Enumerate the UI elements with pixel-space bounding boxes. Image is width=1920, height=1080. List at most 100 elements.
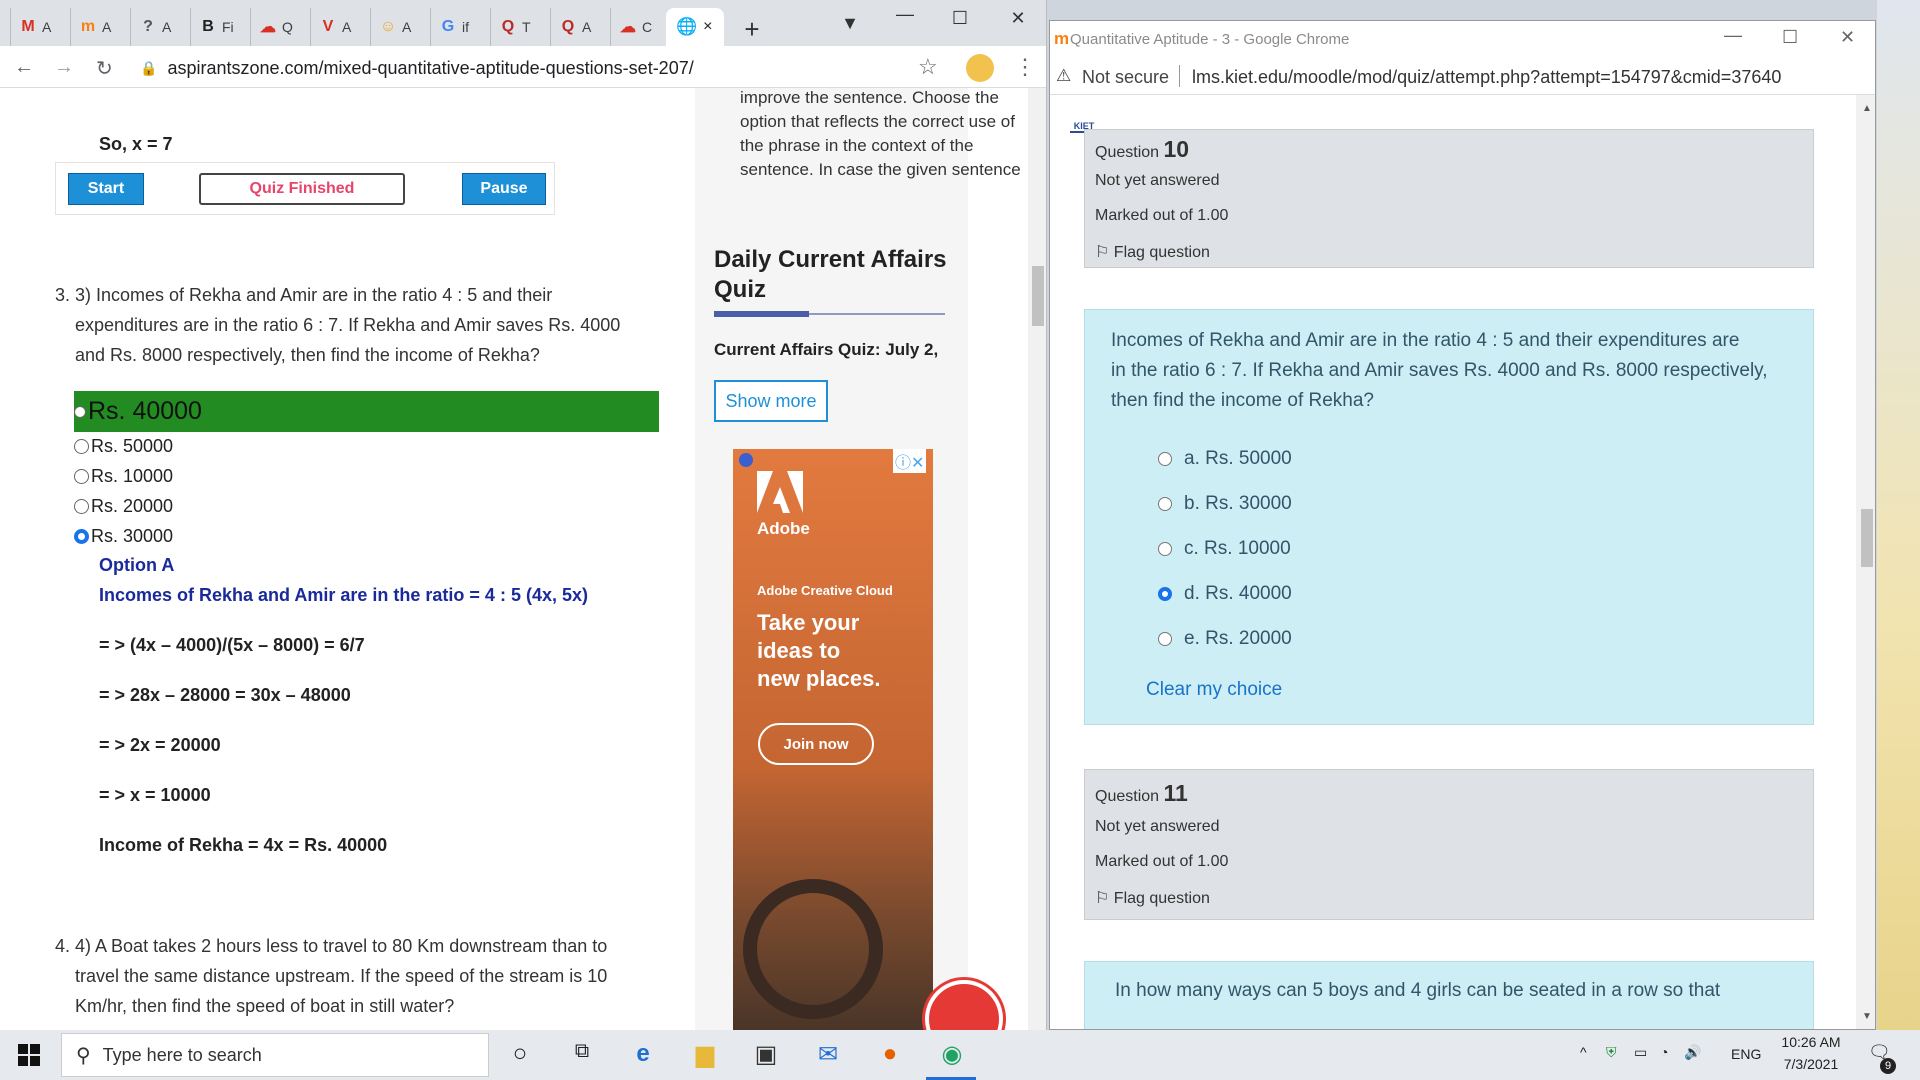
option-radio[interactable] <box>74 499 89 514</box>
lock-icon: 🔒 <box>140 59 158 76</box>
q10-option[interactable]: c. Rs. 10000 <box>1158 538 1291 560</box>
right-scrollbar[interactable]: ▲ ▼ <box>1856 95 1875 1029</box>
correct-option-radio[interactable] <box>74 405 86 418</box>
q10-option[interactable]: a. Rs. 50000 <box>1158 448 1292 470</box>
option-radio[interactable] <box>1158 452 1172 466</box>
sidebar-link[interactable]: Current Affairs Quiz: July 2, <box>714 340 938 360</box>
clear-choice-link[interactable]: Clear my choice <box>1146 679 1282 701</box>
option-radio[interactable] <box>1158 497 1172 511</box>
cortana-icon[interactable]: ○ <box>500 1040 540 1072</box>
tab-0[interactable]: MA <box>10 8 51 46</box>
not-secure-label: Not secure <box>1082 67 1170 87</box>
q3-text-line3: and Rs. 8000 respectively, then find the… <box>75 345 540 365</box>
q10-option[interactable]: b. Rs. 30000 <box>1158 493 1292 515</box>
maximize-button[interactable]: ☐ <box>940 8 980 29</box>
tab-8[interactable]: QT <box>490 8 531 46</box>
right-address-bar[interactable]: ⚠ Not secure lms.kiet.edu/moodle/mod/qui… <box>1050 59 1875 95</box>
show-more-button[interactable]: Show more <box>714 380 828 422</box>
mail-icon[interactable]: ✉ <box>808 1040 848 1072</box>
q3-option[interactable]: Rs. 30000 <box>74 526 173 547</box>
q11-flag[interactable]: ⚐ Flag question <box>1095 888 1210 908</box>
tab-label: A <box>42 19 52 35</box>
tab-5[interactable]: VA <box>310 8 351 46</box>
tab-10[interactable]: ☁ C <box>610 8 652 46</box>
firefox-icon[interactable]: ● <box>870 1040 910 1072</box>
wifi-icon[interactable]: ◔ <box>1660 1044 1668 1060</box>
q3-option[interactable]: Rs. 10000 <box>74 466 173 487</box>
new-tab-button[interactable]: + <box>732 14 772 45</box>
bookmark-star-icon[interactable]: ☆ <box>918 54 938 80</box>
tray-chevron-icon[interactable]: ^ <box>1580 1044 1587 1060</box>
tab-search-icon[interactable]: ▼ <box>830 13 870 34</box>
tab-4[interactable]: ☁ Q <box>250 8 293 46</box>
solution-result: Income of Rekha = 4x = Rs. 40000 <box>99 835 388 855</box>
right-minimize-button[interactable]: — <box>1724 25 1742 46</box>
option-label: e. Rs. 20000 <box>1184 628 1292 649</box>
prev-answer: So, x = 7 <box>99 134 173 154</box>
right-maximize-button[interactable]: ☐ <box>1782 27 1798 48</box>
battery-icon[interactable]: ▭ <box>1634 1044 1647 1061</box>
correct-option-bar[interactable]: Rs. 40000 <box>74 391 659 432</box>
option-radio[interactable] <box>1158 632 1172 646</box>
menu-icon[interactable]: ⋮ <box>1014 54 1036 80</box>
tab-3[interactable]: B Fi <box>190 8 234 46</box>
q3-option[interactable]: Rs. 50000 <box>74 436 173 457</box>
tab-6[interactable]: ☺ A <box>370 8 411 46</box>
scroll-up-icon[interactable]: ▲ <box>1862 103 1872 114</box>
close-window-button[interactable]: ✕ <box>998 8 1038 29</box>
forward-icon[interactable]: → <box>54 56 74 79</box>
q10-flag[interactable]: ⚐ Flag question <box>1095 242 1210 262</box>
start-button[interactable]: Start <box>68 173 144 205</box>
q10-option[interactable]: d. Rs. 40000 <box>1158 583 1292 605</box>
close-tab-icon[interactable]: × <box>703 18 712 36</box>
url-field[interactable]: 🔒 aspirantszone.com/mixed-quantitative-a… <box>140 53 950 83</box>
left-scrollbar-thumb[interactable] <box>1032 266 1044 326</box>
right-close-button[interactable]: ✕ <box>1840 27 1855 48</box>
tab-7[interactable]: Gif <box>430 8 469 46</box>
option-radio[interactable] <box>1158 542 1172 556</box>
adobe-ad[interactable]: ⓘ✕ Adobe Adobe Creative Cloud Take your … <box>733 449 933 1030</box>
ad-artwork <box>743 879 883 1019</box>
tab-label: A <box>102 19 112 35</box>
volume-icon[interactable]: 🔊 <box>1684 1044 1701 1061</box>
tab-active[interactable]: 🌐 × <box>666 8 724 46</box>
windows-start-icon[interactable] <box>18 1044 40 1066</box>
q11-number: 11 <box>1163 780 1188 806</box>
file-explorer-icon[interactable]: ▆ <box>685 1040 725 1072</box>
ad-tagline-3: new places. <box>757 666 881 691</box>
q10-marks: Marked out of 1.00 <box>1095 207 1229 224</box>
ad-join-button[interactable]: Join now <box>758 723 874 765</box>
right-scrollbar-thumb[interactable] <box>1861 509 1873 567</box>
scroll-down-icon[interactable]: ▼ <box>1862 1011 1872 1022</box>
tab-1[interactable]: mA <box>70 8 111 46</box>
q3-option[interactable]: Rs. 20000 <box>74 496 173 517</box>
q10-text-line2: in the ratio 6 : 7. If Rekha and Amir sa… <box>1111 360 1768 381</box>
clock-date[interactable]: 7/3/2021 <box>1776 1056 1846 1072</box>
pause-button[interactable]: Pause <box>462 173 546 205</box>
tab-2[interactable]: ? A <box>130 8 171 46</box>
task-view-icon[interactable]: ⧉ <box>562 1040 602 1072</box>
option-radio[interactable] <box>74 529 89 544</box>
reload-icon[interactable]: ↻ <box>96 56 113 81</box>
option-radio[interactable] <box>74 469 89 484</box>
option-radio[interactable] <box>74 439 89 454</box>
option-radio[interactable] <box>1158 587 1172 601</box>
store-icon[interactable]: ▣ <box>746 1040 786 1072</box>
profile-avatar[interactable] <box>966 54 994 82</box>
q11-flag-label: Flag question <box>1113 890 1210 907</box>
left-browser-window: M A m A ? A B Fi ☁ Q V A ☺ A Gif Q T Q A ☁ C 🌐 × + ▼ — ☐ ✕ ←… <box>0 0 1047 1030</box>
option-label: a. Rs. 50000 <box>1184 448 1292 469</box>
tab-9[interactable]: QA <box>550 8 591 46</box>
taskbar-search[interactable]: ⚲ Type here to search <box>61 1033 489 1077</box>
q10-state: Not yet answered <box>1095 172 1220 189</box>
security-tray-icon[interactable]: ⛨ <box>1606 1044 1617 1061</box>
chrome-icon[interactable]: ◉ <box>932 1040 972 1072</box>
left-scrollbar[interactable] <box>1028 88 1046 1030</box>
clock-time[interactable]: 10:26 AM <box>1776 1034 1846 1050</box>
back-icon[interactable]: ← <box>14 56 34 79</box>
language-indicator[interactable]: ENG <box>1731 1046 1761 1062</box>
q10-option[interactable]: e. Rs. 20000 <box>1158 628 1292 650</box>
minimize-button[interactable]: — <box>885 4 925 25</box>
edge-icon[interactable]: e <box>623 1040 663 1072</box>
ad-info-close-icon[interactable]: ⓘ✕ <box>893 449 927 473</box>
